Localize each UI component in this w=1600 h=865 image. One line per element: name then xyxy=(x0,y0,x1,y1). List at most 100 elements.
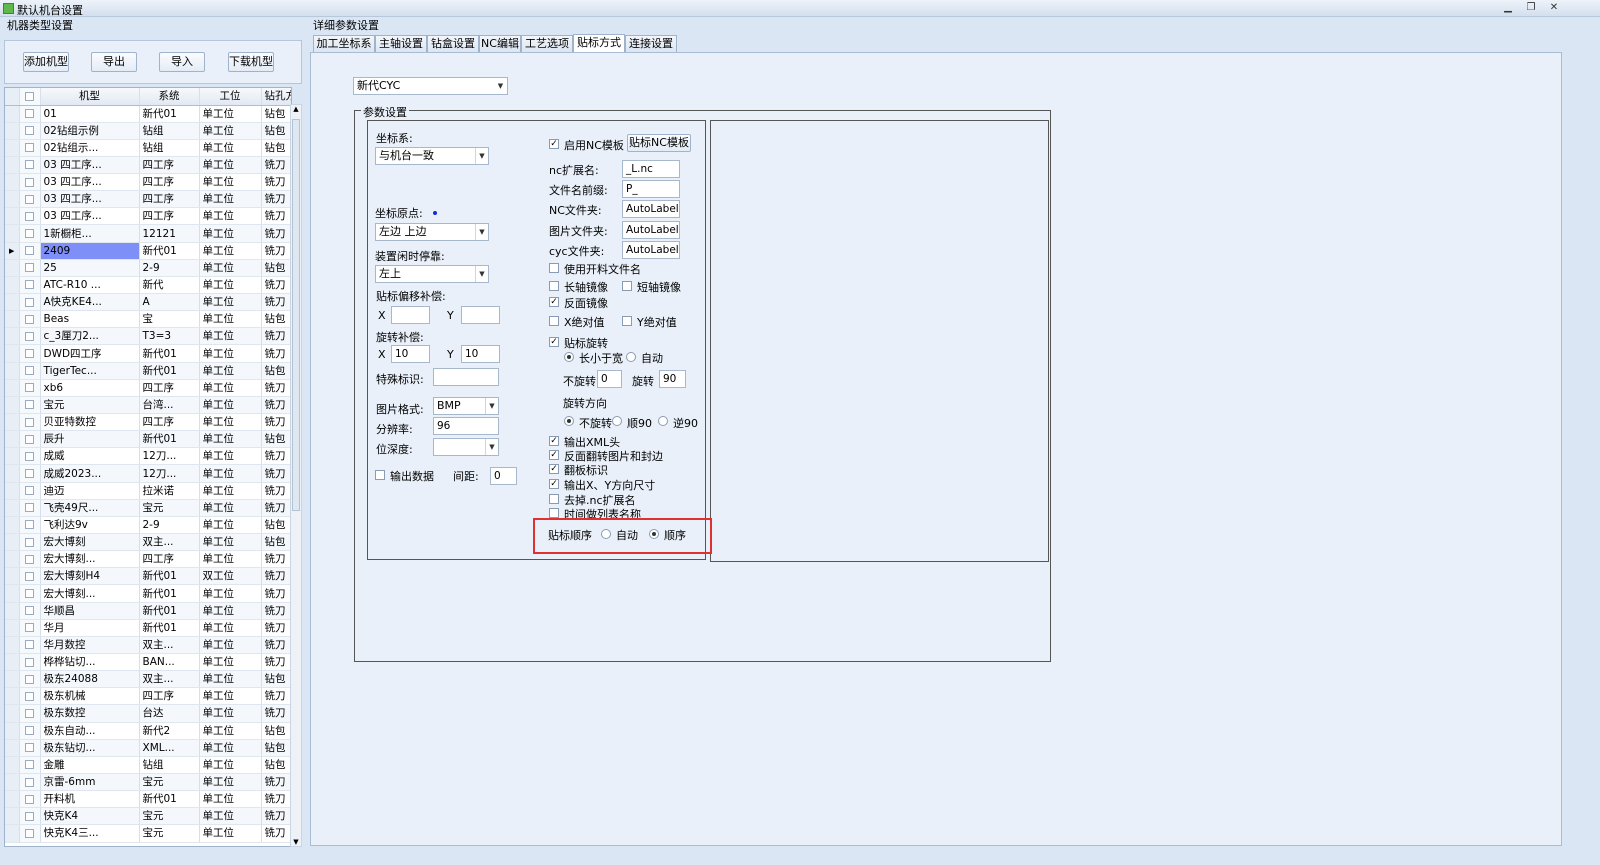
table-row[interactable]: 成威 12刀... 单工位 铣刀 xyxy=(5,447,291,466)
table-row[interactable]: 京雷-6mm宝元单工位铣刀6... xyxy=(5,773,291,792)
dir-ccw-radio[interactable] xyxy=(658,416,668,426)
row-checkbox[interactable] xyxy=(19,362,41,380)
scrollbar-thumb[interactable] xyxy=(292,119,300,511)
row-checkbox[interactable] xyxy=(19,447,41,466)
row-checkbox[interactable] xyxy=(19,516,41,535)
row-checkbox[interactable] xyxy=(19,379,41,397)
row-checkbox[interactable] xyxy=(19,533,41,552)
special-input[interactable] xyxy=(433,368,499,386)
row-checkbox[interactable] xyxy=(19,653,41,672)
nc-template-button[interactable]: 贴标NC模板 xyxy=(627,134,691,152)
row-checkbox[interactable] xyxy=(19,173,41,192)
table-row[interactable]: 开料机 新代01 单工位 铣刀 xyxy=(5,790,291,809)
tab-7[interactable]: 连接设置 xyxy=(625,35,677,53)
spacing-input[interactable]: 0 xyxy=(490,467,517,485)
rot-y-input[interactable]: 10 xyxy=(461,345,500,363)
table-row[interactable]: 迪迈 拉米诺 单工位 铣刀 xyxy=(5,482,291,500)
row-checkbox[interactable] xyxy=(19,259,41,277)
row-checkbox[interactable] xyxy=(19,773,41,792)
row-checkbox[interactable] xyxy=(19,413,41,432)
output-data-checkbox[interactable] xyxy=(375,470,385,480)
import-button[interactable]: 导入 xyxy=(159,52,205,72)
table-row[interactable]: 02钻组示例钻组单工位钻包双... xyxy=(5,122,291,140)
row-checkbox[interactable] xyxy=(19,482,41,500)
download-machine-button[interactable]: 下载机型 xyxy=(228,52,274,72)
use-cut-filename-checkbox[interactable] xyxy=(549,263,559,273)
table-row[interactable]: 贝亚特数控四工序单工位铣刀奕... xyxy=(5,413,291,432)
row-checkbox[interactable] xyxy=(19,807,41,826)
column-header[interactable]: 系统 xyxy=(139,88,200,106)
offset-x-input[interactable] xyxy=(391,306,430,324)
table-row[interactable]: 极东自动...新代2单工位钻包0 xyxy=(5,722,291,740)
table-row[interactable]: ▶ 2409 新代01 单工位 铣刀 xyxy=(5,242,291,260)
row-checkbox[interactable] xyxy=(19,687,41,706)
scroll-up-icon[interactable]: ▲ xyxy=(291,105,301,113)
table-row[interactable]: 25 2-9 单工位 钻包 xyxy=(5,259,291,277)
table-row[interactable]: DWD四工序 新代01 单工位 铣刀 xyxy=(5,344,291,363)
resolution-input[interactable]: 96 xyxy=(433,417,499,435)
cyc-folder-input[interactable]: AutoLabel xyxy=(622,241,680,259)
row-checkbox[interactable] xyxy=(19,344,41,363)
table-row[interactable]: TigerTec...新代01单工位钻包新... xyxy=(5,362,291,380)
column-header[interactable]: 机型 xyxy=(40,88,140,106)
long-lt-wide-radio[interactable] xyxy=(564,352,574,362)
table-row[interactable]: 飞壳49尺...宝元单工位铣刀0 xyxy=(5,499,291,517)
close-icon[interactable]: ✕ xyxy=(1546,1,1562,15)
table-row[interactable]: 华顺昌 新代01 单工位 铣刀 xyxy=(5,602,291,620)
rotate-auto-radio[interactable] xyxy=(626,352,636,362)
table-row[interactable]: 快克K4三...宝元单工位铣刀预... xyxy=(5,824,291,843)
table-row[interactable]: 03 四工序...四工序单工位铣刀普... xyxy=(5,156,291,175)
row-checkbox[interactable] xyxy=(19,739,41,757)
nc-ext-input[interactable]: _L.nc xyxy=(622,160,680,178)
row-checkbox[interactable] xyxy=(19,122,41,140)
out-xml-head-checkbox[interactable]: ✓ xyxy=(549,436,559,446)
table-row[interactable]: 极东机械四工序单工位铣刀24... xyxy=(5,687,291,706)
table-row[interactable]: 成威2023... 12刀... 单工位 铣刀 xyxy=(5,464,291,483)
row-checkbox[interactable] xyxy=(19,139,41,157)
table-row[interactable]: 01 新代01 单工位 钻包 xyxy=(5,105,291,123)
table-row[interactable]: A快克KE4...A单工位铣刀UE... xyxy=(5,293,291,312)
y-abs-checkbox[interactable] xyxy=(622,316,632,326)
tab-1[interactable]: 加工坐标系 xyxy=(313,35,375,53)
reverse-mirror-checkbox[interactable]: ✓ xyxy=(549,297,559,307)
table-row[interactable]: 03 四工序...四工序单工位铣刀普... xyxy=(5,190,291,209)
table-row[interactable]: 宏大博刻...四工序单工位铣刀H4... xyxy=(5,550,291,569)
add-machine-button[interactable]: 添加机型 xyxy=(23,52,69,72)
table-row[interactable]: 极东钻切...XML...单工位钻包0 xyxy=(5,739,291,757)
row-checkbox[interactable] xyxy=(19,756,41,774)
row-checkbox[interactable] xyxy=(19,310,41,329)
table-row[interactable]: 宝元台湾...单工位铣刀双... xyxy=(5,396,291,415)
row-checkbox[interactable] xyxy=(19,602,41,620)
x-abs-checkbox[interactable] xyxy=(549,316,559,326)
time-list-name-checkbox[interactable] xyxy=(549,508,559,518)
row-checkbox[interactable] xyxy=(19,567,41,586)
table-row[interactable]: 金雕钻组单工位钻包双... xyxy=(5,756,291,774)
coord-select[interactable]: 与机台一致 ▼ xyxy=(375,147,489,165)
prefix-input[interactable]: P_ xyxy=(622,180,680,198)
row-checkbox[interactable] xyxy=(19,670,41,689)
row-checkbox[interactable] xyxy=(19,276,41,295)
row-checkbox[interactable] xyxy=(19,464,41,483)
row-checkbox[interactable] xyxy=(19,499,41,517)
row-checkbox[interactable] xyxy=(19,550,41,569)
row-checkbox[interactable] xyxy=(19,224,41,243)
row-checkbox[interactable] xyxy=(19,584,41,603)
origin-select[interactable]: 左边 上边 ▼ xyxy=(375,223,489,241)
column-header[interactable]: 工位 xyxy=(199,88,262,106)
row-checkbox[interactable] xyxy=(19,636,41,655)
tab-2[interactable]: 主轴设置 xyxy=(375,35,427,53)
label-rotate-checkbox[interactable]: ✓ xyxy=(549,337,559,347)
column-header[interactable]: 钻孔方式 xyxy=(261,88,291,106)
row-checkbox[interactable] xyxy=(19,824,41,843)
row-checkbox[interactable] xyxy=(19,105,41,123)
out-xy-size-checkbox[interactable]: ✓ xyxy=(549,479,559,489)
flip-mark-checkbox[interactable]: ✓ xyxy=(549,464,559,474)
depth-select[interactable]: ▼ xyxy=(433,438,499,456)
short-mirror-checkbox[interactable] xyxy=(622,281,632,291)
img-folder-input[interactable]: AutoLabel xyxy=(622,221,680,239)
table-row[interactable]: 快克K4宝元单工位铣刀预... xyxy=(5,807,291,826)
row-checkbox[interactable] xyxy=(19,396,41,415)
restore-icon[interactable]: ❐ xyxy=(1523,1,1539,15)
row-checkbox[interactable] xyxy=(19,790,41,809)
select-all-checkbox[interactable] xyxy=(19,88,41,106)
